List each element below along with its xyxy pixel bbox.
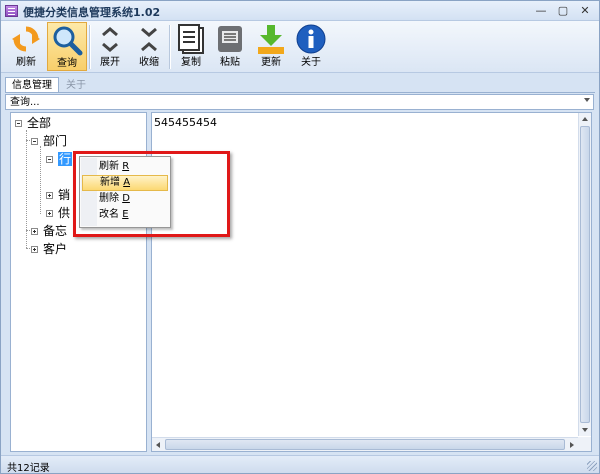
- tree-node-admin[interactable]: 行: [58, 151, 73, 167]
- tree-node-all[interactable]: 全部: [27, 115, 51, 131]
- tab-underline: [5, 92, 595, 93]
- minimize-button[interactable]: —: [533, 3, 549, 18]
- paste-button[interactable]: 粘贴: [212, 22, 248, 71]
- window-controls: — ▢ ✕: [533, 3, 593, 18]
- tree-node-label: 行: [58, 152, 73, 166]
- horizontal-scroll-thumb[interactable]: [165, 439, 565, 450]
- refresh-button[interactable]: 刷新: [6, 22, 46, 71]
- tree-node-label: 备忘: [43, 224, 68, 238]
- toolbar: 刷新 查询 展开 收缩 复制 粘贴 更新 关于: [1, 21, 599, 73]
- content-text: 545455454: [154, 116, 217, 129]
- vertical-scroll-thumb[interactable]: [580, 126, 590, 423]
- tab-info-management[interactable]: 信息管理: [5, 77, 59, 93]
- download-icon: [258, 25, 284, 54]
- query-button[interactable]: 查询: [47, 22, 87, 71]
- tree-expand-toggle[interactable]: [31, 228, 38, 235]
- resize-grip-icon[interactable]: [587, 461, 597, 471]
- arrow-right-icon: [570, 442, 574, 448]
- record-count: 共12记录: [7, 463, 50, 474]
- scroll-left-button[interactable]: [152, 439, 164, 451]
- vertical-scrollbar[interactable]: [578, 113, 591, 436]
- expand-label: 展开: [100, 57, 120, 68]
- copy-button[interactable]: 复制: [173, 22, 209, 71]
- chevrons-collapse-icon: [141, 27, 157, 52]
- app-icon: [5, 5, 18, 17]
- arrow-down-icon: [582, 428, 588, 432]
- tree-node-label: 部门: [43, 134, 68, 148]
- scroll-down-button[interactable]: [579, 424, 591, 436]
- tree-expand-toggle[interactable]: [31, 246, 38, 253]
- query-label: 查询: [57, 58, 77, 69]
- tree-node-label: 全部: [27, 116, 52, 130]
- search-box: [5, 94, 594, 110]
- copy-label: 复制: [181, 57, 201, 68]
- paste-label: 粘贴: [220, 57, 240, 68]
- copy-document-icon: [178, 24, 204, 54]
- search-input[interactable]: [8, 95, 578, 109]
- tree-node-customer[interactable]: 客户: [43, 241, 67, 257]
- toolbar-separator: [169, 25, 170, 69]
- expand-button[interactable]: 展开: [93, 22, 127, 71]
- tree-collapse-toggle[interactable]: [46, 156, 53, 163]
- close-button[interactable]: ✕: [577, 3, 593, 18]
- about-button[interactable]: 关于: [293, 22, 329, 71]
- tree-node-label: 客户: [43, 242, 68, 256]
- annotation-highlight-box: [73, 151, 230, 237]
- update-label: 更新: [261, 57, 281, 68]
- tree-expand-toggle[interactable]: [46, 192, 53, 199]
- tree-node-dept[interactable]: 部门: [43, 133, 67, 149]
- collapse-label: 收缩: [139, 57, 159, 68]
- horizontal-scrollbar[interactable]: [152, 437, 578, 451]
- tree-node-label: 销: [58, 188, 71, 202]
- chevrons-expand-icon: [102, 27, 118, 52]
- scroll-corner: [578, 437, 591, 451]
- tree-node-label: 供: [58, 206, 71, 220]
- scroll-up-button[interactable]: [579, 113, 591, 125]
- scroll-right-button[interactable]: [566, 439, 578, 451]
- tab-strip: 信息管理 关于: [5, 77, 93, 93]
- info-icon: [296, 24, 326, 54]
- tree-node-sales[interactable]: 销: [58, 187, 70, 203]
- refresh-icon: [12, 26, 40, 52]
- tab-about[interactable]: 关于: [59, 77, 93, 93]
- tree-node-memo[interactable]: 备忘: [43, 223, 67, 239]
- about-label: 关于: [301, 57, 321, 68]
- maximize-button[interactable]: ▢: [555, 3, 571, 18]
- status-bar: 共12记录: [1, 455, 599, 474]
- arrow-up-icon: [582, 117, 588, 121]
- tree-collapse-toggle[interactable]: [15, 120, 22, 127]
- tree-node-supply[interactable]: 供: [58, 205, 70, 221]
- arrow-left-icon: [156, 442, 160, 448]
- paste-icon: [218, 26, 242, 52]
- refresh-label: 刷新: [16, 57, 36, 68]
- window-title: 便捷分类信息管理系统1.02: [23, 6, 161, 19]
- app-window: 便捷分类信息管理系统1.02 — ▢ ✕ 刷新 查询 展开 收缩 复制 粘贴 更…: [0, 0, 600, 474]
- title-bar: 便捷分类信息管理系统1.02 — ▢ ✕: [1, 1, 599, 21]
- update-button[interactable]: 更新: [253, 22, 289, 71]
- tree-expand-toggle[interactable]: [46, 210, 53, 217]
- tree-connector: [40, 146, 41, 214]
- magnifier-icon: [53, 26, 83, 56]
- dropdown-arrow-icon[interactable]: [584, 98, 590, 102]
- toolbar-separator: [89, 25, 90, 69]
- collapse-button[interactable]: 收缩: [131, 22, 167, 71]
- tree-collapse-toggle[interactable]: [31, 138, 38, 145]
